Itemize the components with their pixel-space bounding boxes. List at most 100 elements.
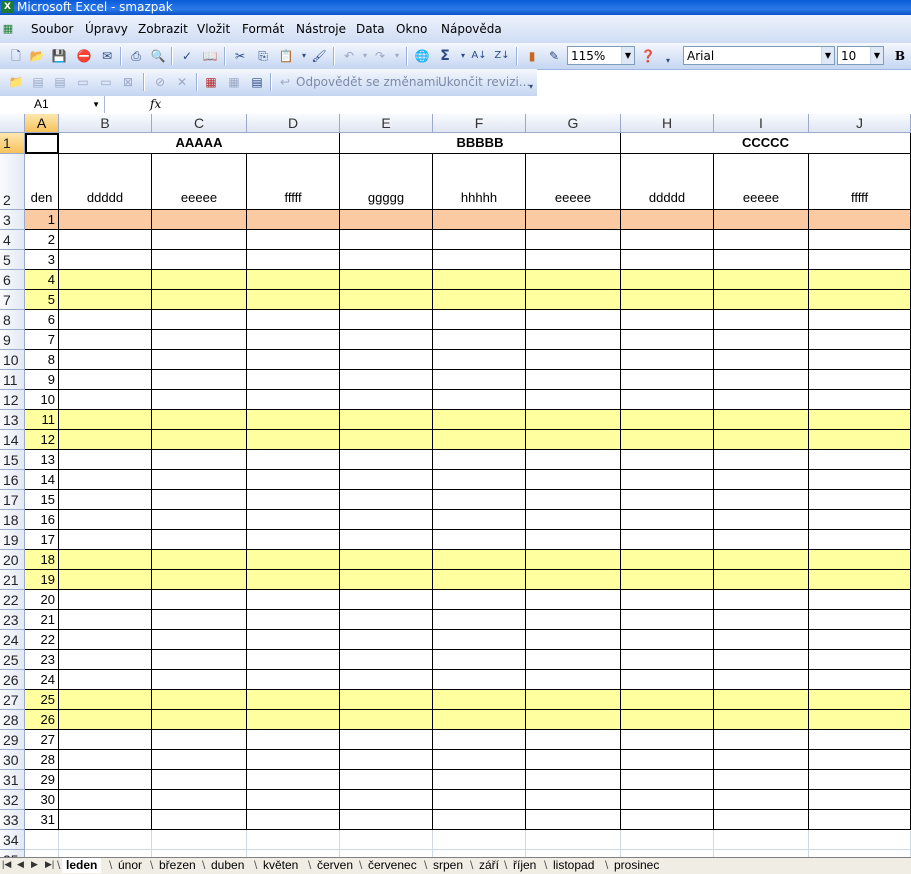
data-cell[interactable] (714, 210, 809, 230)
hyperlink-icon[interactable]: 🌐 (414, 48, 430, 64)
data-cell[interactable] (621, 390, 714, 410)
select-all-corner[interactable] (0, 114, 25, 133)
row-header-19[interactable]: 19 (0, 530, 25, 550)
day-cell[interactable]: 4 (25, 270, 59, 290)
data-cell[interactable] (526, 530, 621, 550)
empty-cell[interactable] (247, 850, 340, 857)
data-cell[interactable] (340, 330, 433, 350)
data-cell[interactable] (59, 750, 152, 770)
data-cell[interactable] (809, 530, 911, 550)
data-cell[interactable] (526, 650, 621, 670)
data-cell[interactable] (340, 630, 433, 650)
data-cell[interactable] (809, 510, 911, 530)
row-header-34[interactable]: 34 (0, 830, 25, 850)
data-cell[interactable] (247, 550, 340, 570)
data-cell[interactable] (247, 490, 340, 510)
data-cell[interactable] (59, 810, 152, 830)
data-cell[interactable] (714, 570, 809, 590)
day-cell[interactable]: 23 (25, 650, 59, 670)
column-header-i[interactable]: I (714, 114, 809, 133)
data-cell[interactable] (809, 410, 911, 430)
data-cell[interactable] (809, 550, 911, 570)
row-header-17[interactable]: 17 (0, 490, 25, 510)
data-cell[interactable] (59, 590, 152, 610)
data-cell[interactable] (59, 430, 152, 450)
data-cell[interactable] (152, 710, 247, 730)
day-cell[interactable]: 19 (25, 570, 59, 590)
data-cell[interactable] (340, 370, 433, 390)
data-cell[interactable] (809, 470, 911, 490)
row-header-3[interactable]: 3 (0, 210, 25, 230)
data-cell[interactable] (433, 790, 526, 810)
data-cell[interactable] (433, 470, 526, 490)
research-icon[interactable]: 📖 (202, 48, 218, 64)
print-icon[interactable]: ⎙ (128, 48, 144, 64)
day-cell[interactable]: 11 (25, 410, 59, 430)
data-cell[interactable] (59, 690, 152, 710)
row-header-14[interactable]: 14 (0, 430, 25, 450)
prev-sheet-icon[interactable]: ◀ (17, 859, 24, 870)
data-cell[interactable] (152, 530, 247, 550)
row-header-13[interactable]: 13 (0, 410, 25, 430)
column-header-d[interactable]: D (247, 114, 340, 133)
data-cell[interactable] (714, 270, 809, 290)
data-cell[interactable] (247, 210, 340, 230)
data-cell[interactable] (809, 250, 911, 270)
data-cell[interactable] (152, 570, 247, 590)
sheet-tab-9[interactable]: říjen (509, 858, 540, 873)
day-cell[interactable]: 20 (25, 590, 59, 610)
menu-okno[interactable]: Okno (396, 22, 427, 36)
chevron-down-icon[interactable]: ▾ (296, 48, 312, 64)
data-cell[interactable] (247, 230, 340, 250)
data-cell[interactable] (809, 210, 911, 230)
data-cell[interactable] (59, 730, 152, 750)
data-cell[interactable] (526, 670, 621, 690)
data-cell[interactable] (152, 650, 247, 670)
day-cell[interactable]: 18 (25, 550, 59, 570)
day-cell[interactable]: 31 (25, 810, 59, 830)
data-cell[interactable] (59, 650, 152, 670)
data-cell[interactable] (714, 610, 809, 630)
data-cell[interactable] (433, 210, 526, 230)
data-cell[interactable] (340, 570, 433, 590)
data-cell[interactable] (152, 730, 247, 750)
data-cell[interactable] (714, 290, 809, 310)
data-cell[interactable] (247, 650, 340, 670)
data-cell[interactable] (714, 750, 809, 770)
column-label[interactable]: ddddd (621, 154, 714, 210)
data-cell[interactable] (809, 290, 911, 310)
row-header-8[interactable]: 8 (0, 310, 25, 330)
chevron-down-icon[interactable]: ▾ (455, 48, 471, 64)
data-cell[interactable] (621, 670, 714, 690)
data-cell[interactable] (621, 550, 714, 570)
reviewing-icon[interactable]: ⊠ (120, 74, 136, 90)
formula-input[interactable] (165, 96, 905, 113)
data-cell[interactable] (247, 810, 340, 830)
cell-a1[interactable] (25, 133, 59, 154)
data-cell[interactable] (247, 590, 340, 610)
row-header-1[interactable]: 1 (0, 133, 25, 154)
reviewing-icon[interactable]: ▤ (249, 74, 265, 90)
font-select[interactable]: Arial ▼ (683, 46, 835, 65)
data-cell[interactable] (152, 670, 247, 690)
data-cell[interactable] (809, 750, 911, 770)
data-cell[interactable] (59, 710, 152, 730)
empty-cell[interactable] (433, 830, 526, 850)
data-cell[interactable] (247, 410, 340, 430)
column-label[interactable]: eeeee (526, 154, 621, 210)
data-cell[interactable] (809, 450, 911, 470)
data-cell[interactable] (621, 510, 714, 530)
data-cell[interactable] (152, 430, 247, 450)
chevron-down-icon[interactable]: ▾ (357, 48, 373, 64)
data-cell[interactable] (621, 710, 714, 730)
data-cell[interactable] (340, 650, 433, 670)
data-cell[interactable] (340, 270, 433, 290)
empty-cell[interactable] (714, 830, 809, 850)
data-cell[interactable] (526, 490, 621, 510)
data-cell[interactable] (340, 450, 433, 470)
data-cell[interactable] (59, 250, 152, 270)
data-cell[interactable] (59, 230, 152, 250)
last-sheet-icon[interactable]: ▶| (45, 859, 54, 870)
data-cell[interactable] (433, 550, 526, 570)
data-cell[interactable] (714, 710, 809, 730)
